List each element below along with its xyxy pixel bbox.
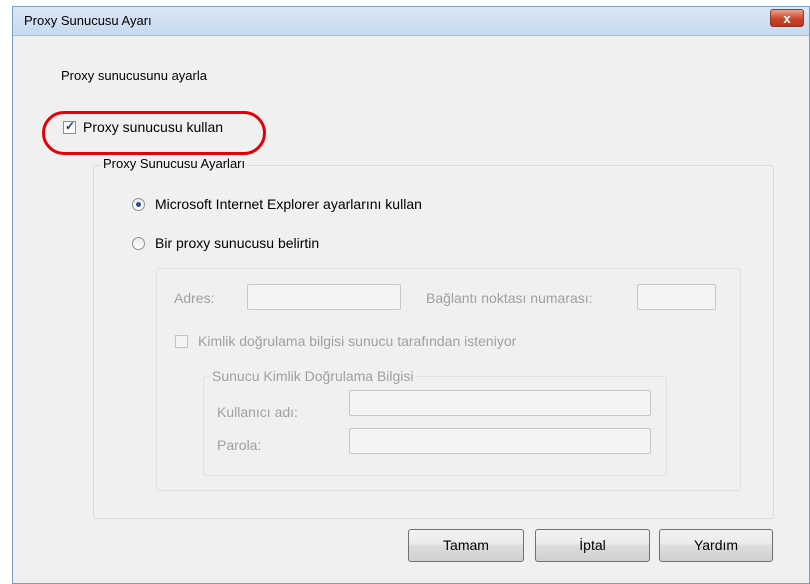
window-title: Proxy Sunucusu Ayarı (24, 13, 152, 28)
use-proxy-checkbox[interactable] (63, 119, 76, 134)
ok-button[interactable]: Tamam (408, 529, 524, 562)
title-bar[interactable]: Proxy Sunucusu Ayarı x (13, 7, 809, 36)
auth-info-group-legend: Sunucu Kimlik Doğrulama Bilgisi (210, 368, 416, 384)
ie-settings-radio[interactable] (132, 198, 145, 211)
manual-proxy-radio[interactable] (132, 237, 145, 250)
auth-required-checkbox[interactable] (175, 335, 188, 348)
port-label: Bağlantı noktası numarası: (426, 290, 593, 306)
username-input[interactable] (349, 390, 651, 416)
address-input[interactable] (247, 284, 401, 310)
section-label: Proxy sunucusunu ayarla (61, 68, 207, 83)
username-label: Kullanıcı adı: (217, 404, 298, 420)
help-button[interactable]: Yardım (659, 529, 773, 562)
address-label: Adres: (174, 290, 215, 306)
proxy-settings-dialog: Proxy Sunucusu Ayarı x Proxy sunucusunu … (12, 6, 810, 584)
manual-proxy-label[interactable]: Bir proxy sunucusu belirtin (155, 235, 319, 251)
proxy-settings-group-legend: Proxy Sunucusu Ayarları (101, 156, 248, 171)
password-input[interactable] (349, 428, 651, 454)
port-input[interactable] (637, 284, 716, 310)
password-label: Parola: (217, 437, 262, 453)
auth-required-label[interactable]: Kimlik doğrulama bilgisi sunucu tarafınd… (198, 333, 516, 349)
close-button[interactable]: x (770, 9, 804, 27)
ie-settings-label[interactable]: Microsoft Internet Explorer ayarlarını k… (155, 196, 422, 212)
use-proxy-label[interactable]: Proxy sunucusu kullan (83, 119, 223, 135)
cancel-button[interactable]: İptal (535, 529, 650, 562)
